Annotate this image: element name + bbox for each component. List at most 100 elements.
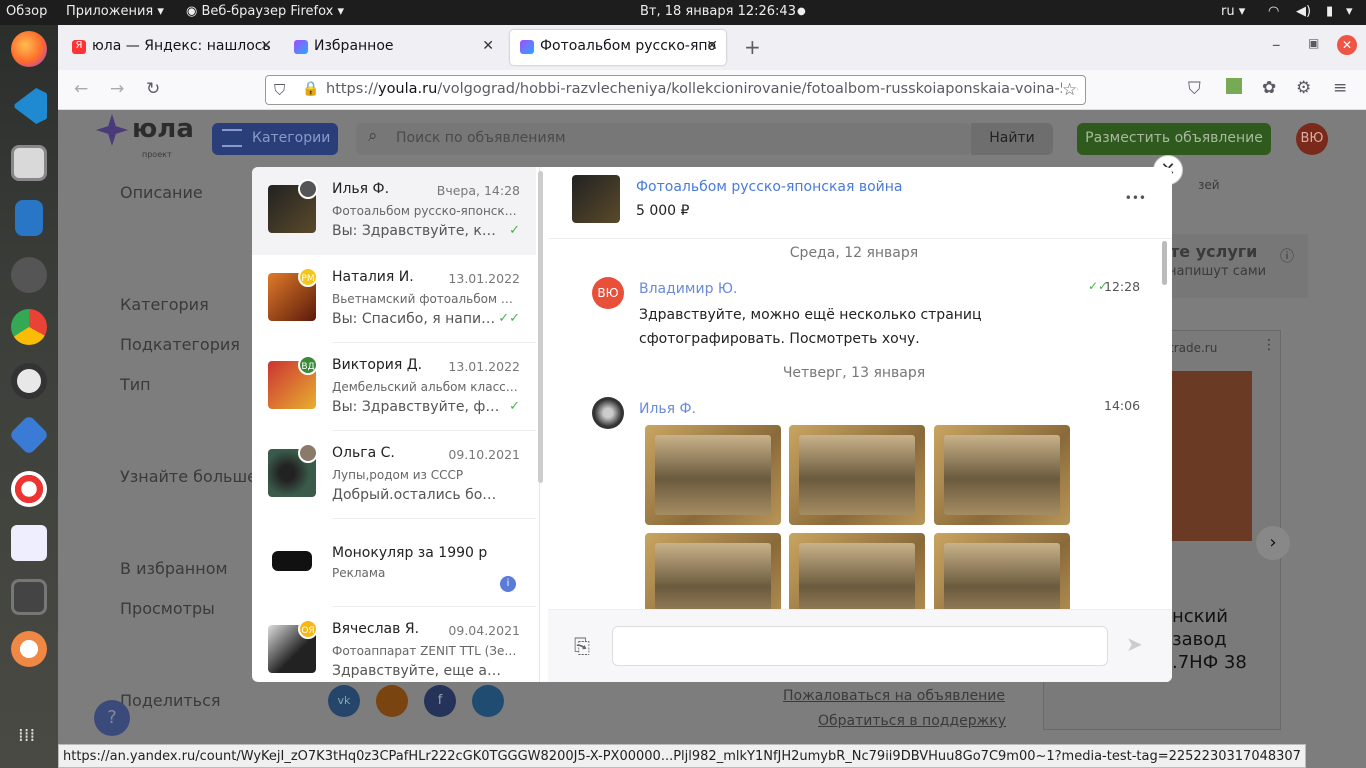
writer-icon[interactable]	[15, 200, 43, 236]
message-photo[interactable]	[789, 533, 925, 609]
message-photo[interactable]	[934, 425, 1070, 525]
report-link[interactable]: Пожаловаться на объявление	[783, 688, 1005, 704]
software-icon[interactable]	[8, 414, 50, 456]
youla-logo-text[interactable]: юла	[132, 114, 194, 144]
chat-scrollbar[interactable]	[1162, 241, 1167, 285]
send-icon[interactable]: ➤	[1126, 632, 1143, 656]
youla-logo-icon[interactable]	[96, 114, 128, 146]
message-input[interactable]	[612, 626, 1108, 666]
menu-icon[interactable]: ≡	[1333, 78, 1347, 98]
categories-button[interactable]: Категории	[212, 123, 338, 155]
firefox-icon[interactable]	[11, 31, 47, 67]
clock[interactable]: Вт, 18 января 12:26:43	[640, 4, 796, 19]
bookmark-star-icon[interactable]: ☆	[1062, 80, 1078, 100]
new-tab-icon[interactable]: +	[744, 35, 761, 59]
minimize-icon[interactable]: –	[1272, 35, 1281, 55]
conversation-date: 13.01.2022	[448, 359, 520, 374]
item-title-link[interactable]: Фотоальбом русско-японская война	[636, 179, 903, 195]
tab-yandex[interactable]: Я юла — Яндекс: нашлось ✕	[62, 30, 280, 65]
user-avatar[interactable]: ВЮ	[1296, 123, 1328, 155]
ad-text-3: .7НФ 38	[1172, 652, 1247, 673]
close-tab-icon[interactable]: ✕	[706, 38, 718, 54]
reload-icon[interactable]: ↻	[146, 79, 160, 99]
forward-icon[interactable]: →	[110, 79, 124, 99]
extension-icon-2[interactable]: ✿	[1262, 78, 1276, 98]
attach-icon[interactable]: ⎘	[574, 634, 590, 658]
tab-favorites[interactable]: Избранное ✕	[284, 30, 502, 65]
chrome-icon[interactable]	[11, 309, 47, 345]
keyboard-layout[interactable]: ru ▾	[1221, 4, 1245, 19]
battery-icon[interactable]: ▮	[1326, 4, 1333, 19]
youla-favicon-icon	[294, 40, 308, 54]
extension-icon[interactable]	[1226, 78, 1242, 94]
youla-logo-subtitle: проект	[142, 150, 172, 159]
search-input[interactable]: Поиск по объявлениям ⌕	[356, 123, 971, 155]
conversation-subject: Фотоальбом русско-японская война	[332, 204, 518, 218]
conversation-subject: Фотоаппарат ZENIT TTL (Зенит)	[332, 644, 518, 658]
extension-icon-3[interactable]: ⚙	[1296, 78, 1311, 98]
message-author[interactable]: Владимир Ю.	[639, 281, 737, 297]
list-scrollbar[interactable]	[538, 171, 543, 483]
conversation-item[interactable]: ОЯ Вячеслав Я. 09.04.2021 Фотоаппарат ZE…	[252, 607, 536, 682]
carousel-next-icon[interactable]: ›	[1256, 526, 1290, 560]
calculator-icon[interactable]	[11, 579, 47, 615]
address-bar[interactable]: ⛉ 🔒 https://youla.ru/volgograd/hobbi-raz…	[265, 75, 1086, 105]
wifi-icon[interactable]: ◠	[1268, 4, 1279, 19]
volume-icon[interactable]: ◀)	[1296, 4, 1311, 19]
info-icon[interactable]: ⓘ	[1280, 246, 1294, 266]
message-photo[interactable]	[645, 425, 781, 525]
rhythmbox-icon[interactable]	[11, 363, 47, 399]
vk-share-icon[interactable]: vk	[328, 685, 360, 717]
find-button[interactable]: Найти	[971, 123, 1053, 155]
support-link[interactable]: Обратиться в поддержку	[818, 713, 1006, 729]
item-thumbnail[interactable]	[572, 175, 620, 223]
settings-app-icon[interactable]	[11, 525, 47, 561]
message-author[interactable]: Илья Ф.	[639, 401, 696, 417]
activities-button[interactable]: Обзор	[6, 4, 47, 19]
navigation-bar: ← → ↻ ⛉ 🔒 https://youla.ru/volgograd/hob…	[58, 70, 1366, 110]
ad-conversation-item[interactable]: Монокуляр за 1990 р Реклама i	[252, 519, 536, 607]
app-icon[interactable]	[11, 631, 47, 667]
facebook-share-icon[interactable]: f	[424, 685, 456, 717]
conversation-item[interactable]: Илья Ф. Вчера, 14:28 Фотоальбом русско-я…	[252, 167, 536, 255]
message-photo[interactable]	[934, 533, 1070, 609]
shield-icon[interactable]: ⛉	[274, 81, 285, 99]
composer: ⎘ ➤	[548, 609, 1172, 682]
vscode-icon[interactable]	[14, 88, 47, 124]
ok-share-icon[interactable]	[376, 685, 408, 717]
info-icon[interactable]: i	[500, 576, 516, 592]
firefox-app-menu[interactable]: ◉ Веб-браузер Firefox ▾	[186, 4, 344, 19]
ad-menu-icon[interactable]: ⋮	[1262, 337, 1276, 353]
help-bubble-icon[interactable]: ?	[94, 700, 130, 736]
post-ad-button[interactable]: Разместить объявление	[1077, 123, 1271, 155]
gimp-icon[interactable]	[11, 257, 47, 293]
subcategory-label: Подкатегория	[120, 335, 240, 354]
tab-label: юла — Яндекс: нашлось	[92, 38, 271, 54]
more-options-icon[interactable]: •••	[1125, 191, 1146, 205]
close-tab-icon[interactable]: ✕	[482, 38, 494, 54]
conversation-item[interactable]: ВД Виктория Д. 13.01.2022 Дембельский ал…	[252, 343, 536, 431]
read-check-icon: ✓	[509, 223, 520, 238]
message-photo[interactable]	[645, 533, 781, 609]
conversation-item[interactable]: РМ Наталия И. 13.01.2022 Вьетнамский фот…	[252, 255, 536, 343]
user-avatar-badge: РМ	[298, 267, 318, 287]
close-window-icon[interactable]: ✕	[1337, 35, 1357, 55]
maximize-icon[interactable]: ▣	[1308, 36, 1319, 50]
show-apps-icon[interactable]: ⁞⁞⁞	[18, 725, 35, 746]
share-label: Поделиться	[120, 691, 221, 710]
help-icon[interactable]	[11, 471, 47, 507]
conversation-item[interactable]: Ольга С. 09.10.2021 Лупы,родом из СССР Д…	[252, 431, 536, 519]
back-icon[interactable]: ←	[74, 79, 88, 99]
system-top-bar: Обзор Приложения ▾ ◉ Веб-браузер Firefox…	[0, 0, 1366, 25]
files-icon[interactable]	[11, 145, 47, 181]
lock-icon[interactable]: 🔒	[302, 81, 319, 97]
power-menu-icon[interactable]: ▾	[1346, 4, 1353, 19]
pocket-icon[interactable]: ⛉	[1188, 79, 1201, 99]
twitter-share-icon[interactable]	[472, 685, 504, 717]
conversation-date: 09.10.2021	[448, 447, 520, 462]
close-tab-icon[interactable]: ✕	[260, 38, 272, 54]
conversation-subject: Вьетнамский фотоальбом с лакированной	[332, 292, 518, 306]
message-photo[interactable]	[789, 425, 925, 525]
applications-menu[interactable]: Приложения ▾	[66, 4, 164, 19]
tab-photoalbum[interactable]: Фотоальбом русско-япо ✕	[510, 30, 726, 65]
